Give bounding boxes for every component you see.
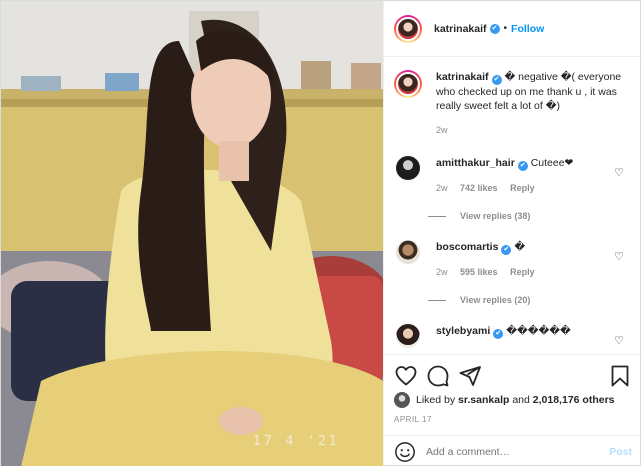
- comment-text: ������: [506, 325, 571, 337]
- verified-badge-icon: ✔: [517, 161, 528, 171]
- view-replies-button[interactable]: View replies (20): [428, 295, 530, 305]
- comment-item: boscomartis ✔ � 2w 595 likes Reply ♡: [394, 240, 632, 279]
- post-side-panel: katrinakaif ✔ • Follow katrinakaif ✔ � ne…: [383, 1, 641, 466]
- liked-by-count[interactable]: 2,018,176 others: [533, 394, 615, 406]
- comment-text: �: [514, 241, 526, 253]
- post-date[interactable]: APRIL 17: [394, 415, 432, 424]
- comment-icon[interactable]: [426, 364, 450, 388]
- comment-username[interactable]: stylebyami: [436, 325, 490, 337]
- photo-date-stamp: 17 4 '21: [253, 434, 340, 449]
- comment-meta: 2w 742 likes Reply: [436, 181, 632, 195]
- comment-like-heart-icon[interactable]: ♡: [614, 166, 624, 179]
- reply-button[interactable]: Reply: [510, 267, 535, 277]
- post-header: katrinakaif ✔ • Follow: [384, 1, 641, 57]
- separator-dot: •: [503, 23, 508, 34]
- comment-like-heart-icon[interactable]: ♡: [614, 250, 624, 263]
- comment-likes[interactable]: 742 likes: [460, 183, 498, 193]
- view-replies-label: View replies (20): [460, 295, 531, 305]
- view-replies-line: [428, 299, 446, 301]
- comment-item: stylebyami ✔ ������ ♡: [394, 324, 632, 348]
- commenter-avatar[interactable]: [396, 156, 420, 180]
- comment-meta: 2w 595 likes Reply: [436, 265, 632, 279]
- caption-avatar[interactable]: [394, 70, 422, 98]
- comment-body: amitthakur_hair ✔ Cuteee❤ 2w 742 likes Re…: [436, 156, 632, 195]
- comment-username[interactable]: amitthakur_hair: [436, 157, 515, 169]
- author-avatar[interactable]: [394, 14, 422, 43]
- add-comment-bar: Post: [384, 435, 641, 466]
- caption: katrinakaif ✔ � negative �( everyone who …: [394, 70, 632, 137]
- post-comment-button[interactable]: Post: [609, 446, 632, 458]
- likes-summary: Liked by sr.sankalp and 2,018,176 others: [394, 392, 615, 408]
- photo-illustration: [1, 1, 383, 466]
- heart-icon[interactable]: [394, 364, 418, 388]
- post-photo[interactable]: 17 4 '21: [1, 1, 383, 466]
- post-dialog: 17 4 '21 katrinakaif ✔ • Follow katrinak…: [0, 0, 641, 466]
- verified-badge-icon: ✔: [501, 245, 512, 255]
- comment-input[interactable]: [426, 446, 610, 458]
- view-replies-button[interactable]: View replies (38): [428, 211, 530, 221]
- commenter-avatar[interactable]: [396, 324, 420, 348]
- commenter-avatar[interactable]: [396, 240, 420, 264]
- comment-like-heart-icon[interactable]: ♡: [614, 334, 624, 347]
- liked-by-user[interactable]: sr.sankalp: [458, 394, 509, 406]
- author-username[interactable]: katrinakaif: [434, 23, 487, 35]
- reply-button[interactable]: Reply: [510, 183, 535, 193]
- comment-time[interactable]: 2w: [436, 183, 448, 193]
- comment-likes[interactable]: 595 likes: [460, 267, 498, 277]
- follow-button[interactable]: Follow: [511, 23, 544, 35]
- verified-badge-icon: ✔: [489, 23, 500, 34]
- bookmark-icon[interactable]: [608, 364, 632, 388]
- comment-item: amitthakur_hair ✔ Cuteee❤ 2w 742 likes Re…: [394, 156, 632, 195]
- caption-meta: 2w: [436, 123, 632, 137]
- liked-by-and: and: [512, 394, 530, 406]
- liker-avatar[interactable]: [394, 392, 410, 408]
- post-actions: Liked by sr.sankalp and 2,018,176 others…: [384, 354, 641, 466]
- caption-time[interactable]: 2w: [436, 125, 448, 135]
- caption-username[interactable]: katrinakaif: [436, 71, 489, 83]
- action-icons: [394, 364, 632, 388]
- share-icon[interactable]: [458, 364, 482, 388]
- liked-by-prefix: Liked by: [416, 394, 456, 406]
- caption-body: katrinakaif ✔ � negative �( everyone who …: [436, 70, 632, 137]
- comments-list[interactable]: katrinakaif ✔ � negative �( everyone who …: [384, 58, 641, 354]
- verified-badge-icon: ✔: [491, 75, 502, 85]
- view-replies-line: [428, 215, 446, 217]
- comment-body: stylebyami ✔ ������: [436, 324, 632, 348]
- emoji-icon[interactable]: [394, 441, 416, 463]
- comment-body: boscomartis ✔ � 2w 595 likes Reply: [436, 240, 632, 279]
- view-replies-label: View replies (38): [460, 211, 531, 221]
- comment-username[interactable]: boscomartis: [436, 241, 498, 253]
- comment-text: Cuteee❤: [530, 157, 574, 169]
- verified-badge-icon: ✔: [493, 329, 504, 339]
- comment-time[interactable]: 2w: [436, 267, 448, 277]
